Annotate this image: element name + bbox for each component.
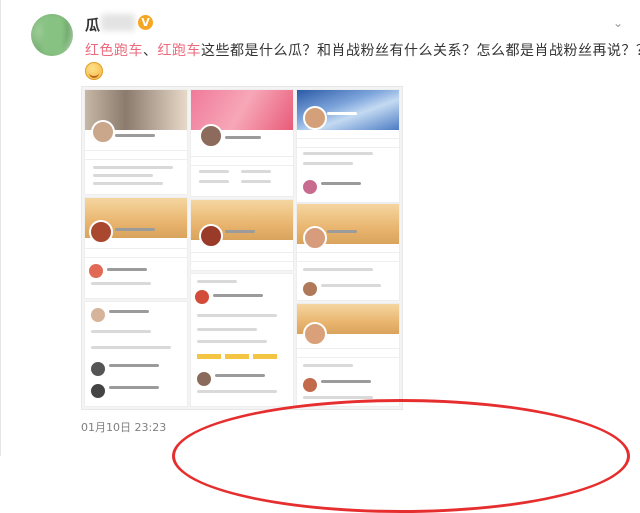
smile-emoji-icon xyxy=(85,62,103,80)
verified-badge-icon: V xyxy=(138,15,153,30)
screenshot-thumbnail[interactable] xyxy=(84,301,188,407)
image-collage[interactable] xyxy=(81,86,403,410)
user-avatar[interactable] xyxy=(31,14,73,56)
red-circle-annotation xyxy=(172,399,630,513)
post-text-body: 这些都是什么瓜？和肖战粉丝有什么关系？怎么都是肖战粉丝再说？？？ xyxy=(201,43,640,59)
chevron-down-icon[interactable]: ⌄ xyxy=(613,16,623,30)
screenshot-thumbnail[interactable] xyxy=(296,89,400,203)
screenshot-thumbnail[interactable] xyxy=(190,273,294,407)
post-timestamp[interactable]: 01月10日 23:23 xyxy=(81,419,166,435)
weibo-post-card: 瓜 V ⌄ 红色跑车、红跑车这些都是什么瓜？和肖战粉丝有什么关系？怎么都是肖战粉… xyxy=(0,0,640,513)
post-text-separator: 、 xyxy=(143,43,158,59)
post-text: 红色跑车、红跑车这些都是什么瓜？和肖战粉丝有什么关系？怎么都是肖战粉丝再说？？？ xyxy=(85,40,640,60)
username-redaction xyxy=(101,14,135,31)
username[interactable]: 瓜 xyxy=(85,14,100,35)
hashtag-link-red-car[interactable]: 红跑车 xyxy=(158,43,202,59)
screenshot-thumbnail[interactable] xyxy=(296,203,400,301)
hashtag-link-red-sports-car[interactable]: 红色跑车 xyxy=(85,43,143,59)
screenshot-thumbnail[interactable] xyxy=(190,89,294,197)
screenshot-thumbnail[interactable] xyxy=(84,197,188,299)
screenshot-thumbnail[interactable] xyxy=(84,89,188,195)
screenshot-thumbnail[interactable] xyxy=(190,199,294,271)
screenshot-thumbnail[interactable] xyxy=(296,303,400,407)
